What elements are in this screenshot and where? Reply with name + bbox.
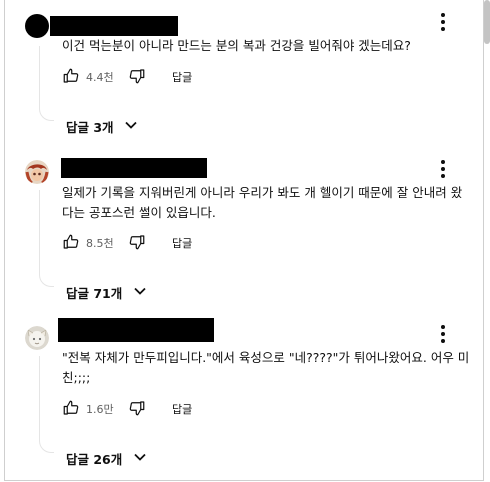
thread-connector (39, 106, 54, 121)
chevron-down-icon (134, 287, 146, 295)
view-replies-button[interactable]: 답글 71개 (62, 280, 162, 302)
more-options-button[interactable] (435, 324, 451, 344)
reply-button[interactable]: 답글 (172, 401, 192, 417)
comment-text: "전복 자체가 만두피입니다."에서 육성으로 "네????"가 튀어나왔어요.… (62, 350, 470, 385)
thumbs-up-icon[interactable] (62, 67, 80, 85)
redacted-username (58, 318, 214, 342)
thumbs-down-icon[interactable] (128, 233, 146, 251)
reply-button[interactable]: 답글 (172, 235, 192, 251)
comment-text: 이건 먹는분이 아니라 만드는 분의 복과 건강을 빌어줘야 겠는데요? (62, 38, 411, 53)
scrollbar[interactable] (484, 0, 490, 44)
comment-actions: 4.4천 답글 (62, 67, 262, 87)
comment-actions: 1.6만 답글 (62, 399, 262, 419)
thumbs-down-icon[interactable] (128, 399, 146, 417)
more-options-button[interactable] (435, 159, 451, 179)
thread-connector (39, 272, 54, 287)
thumbs-up-icon[interactable] (62, 233, 80, 251)
thumbs-up-icon[interactable] (62, 399, 80, 417)
user-avatar[interactable] (25, 14, 49, 38)
view-replies-button[interactable]: 답글 3개 (62, 114, 152, 136)
thread-connector (39, 438, 54, 453)
replies-label: 답글 71개 (66, 286, 123, 301)
character-avatar-red (25, 160, 49, 184)
thread-line (39, 190, 40, 272)
comment-actions: 8.5천 답글 (62, 233, 262, 253)
view-replies-button[interactable]: 답글 26개 (62, 446, 162, 468)
replies-label: 답글 3개 (66, 120, 114, 135)
thread-line (39, 356, 40, 438)
comment-text: 일제가 기록을 지워버린게 아니라 우리가 봐도 개 헬이기 때문에 잘 안내려… (62, 185, 463, 220)
comments-panel: 이건 먹는분이 아니라 만드는 분의 복과 건강을 빌어줘야 겠는데요? 4.4… (4, 0, 490, 481)
like-count: 8.5천 (86, 237, 114, 250)
more-options-button[interactable] (435, 12, 451, 32)
redacted-username (50, 16, 178, 36)
user-avatar[interactable] (25, 160, 49, 184)
chevron-down-icon (134, 453, 146, 461)
chevron-down-icon (125, 121, 137, 129)
replies-label: 답글 26개 (66, 452, 123, 467)
character-avatar-white (25, 326, 49, 350)
reply-button[interactable]: 답글 (172, 69, 192, 85)
like-count: 4.4천 (86, 71, 114, 84)
thread-line (39, 46, 40, 106)
user-avatar[interactable] (25, 326, 49, 350)
thumbs-down-icon[interactable] (128, 67, 146, 85)
like-count: 1.6만 (86, 403, 114, 416)
redacted-username (61, 158, 207, 178)
